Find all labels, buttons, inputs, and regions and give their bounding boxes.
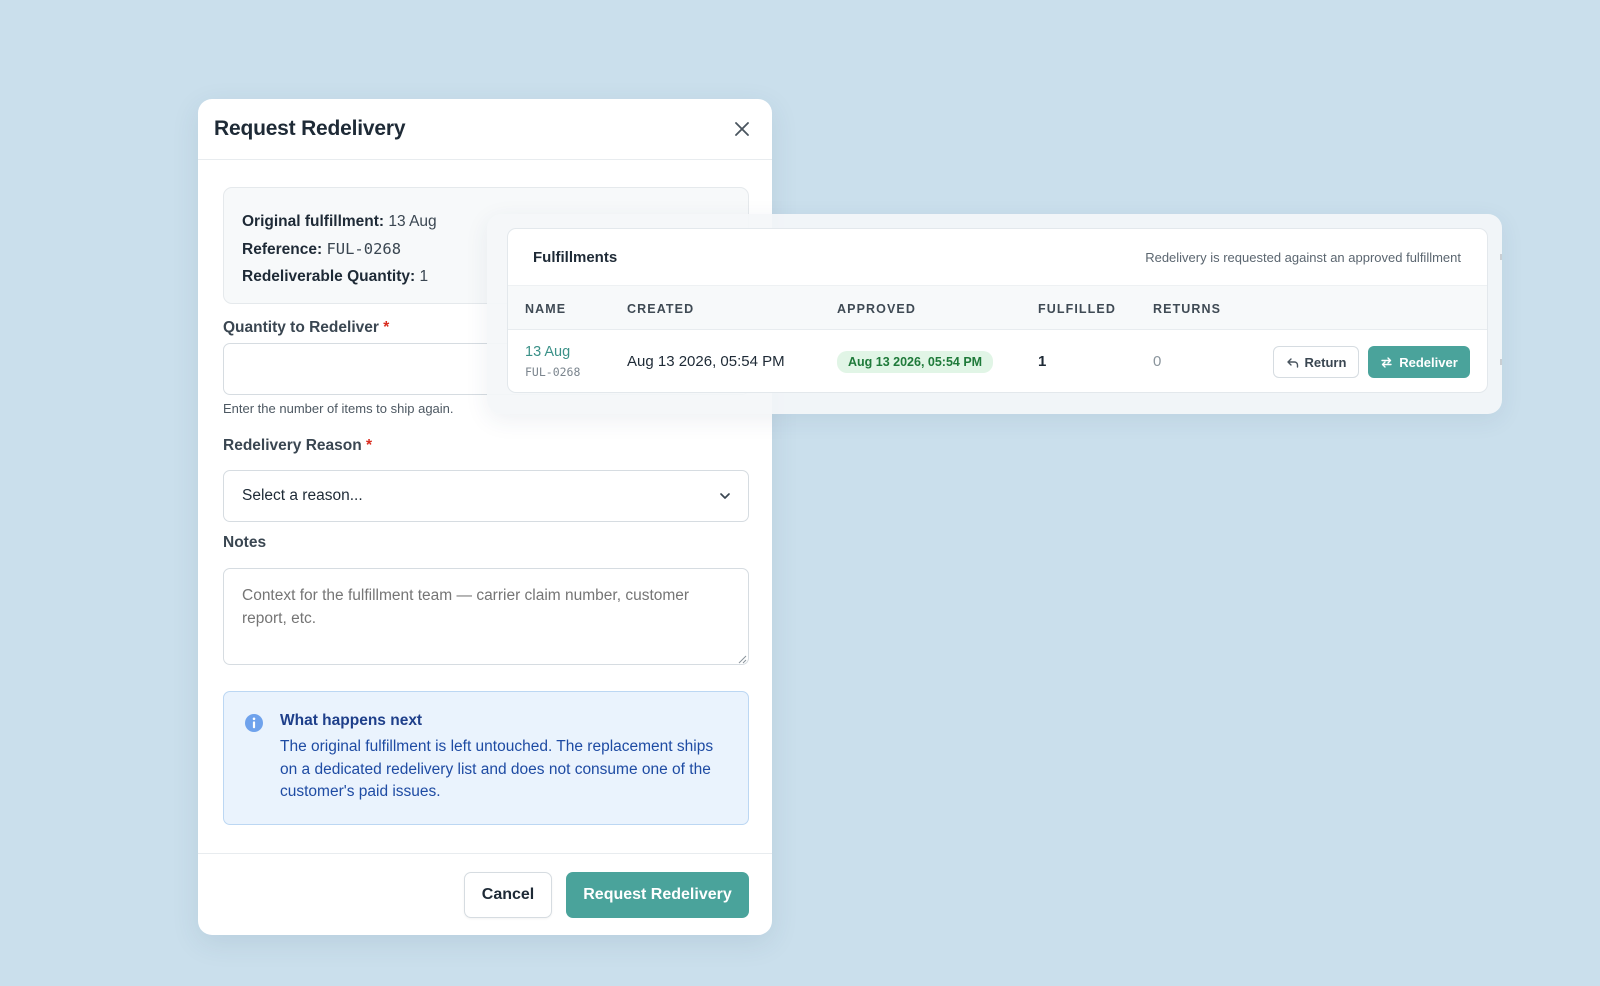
fulfilled-cell: 1 xyxy=(1038,353,1047,370)
required-mark: * xyxy=(366,437,373,454)
redeliver-button-label: Redeliver xyxy=(1399,354,1458,370)
chevron-down-icon xyxy=(720,493,730,499)
reason-field-label: Redelivery Reason * xyxy=(223,437,372,455)
reference-label: Reference: xyxy=(242,240,323,258)
fulfillments-panel: Fulfillments Redelivery is requested aga… xyxy=(507,228,1488,393)
notes-textarea[interactable] xyxy=(223,568,749,665)
overlay-edge-mark xyxy=(1500,254,1502,260)
return-button-label: Return xyxy=(1304,354,1347,370)
original-fulfillment-value: 13 Aug xyxy=(388,213,437,230)
redeliver-button[interactable]: Redeliver xyxy=(1368,346,1470,378)
modal-header: Request Redelivery xyxy=(198,99,772,160)
table-row: 13 Aug FUL-0268 Aug 13 2026, 05:54 PM Au… xyxy=(508,330,1487,392)
callout-body: The original fulfillment is left untouch… xyxy=(280,738,714,800)
cancel-button[interactable]: Cancel xyxy=(464,872,552,918)
overlay-edge-mark xyxy=(1500,359,1502,365)
quantity-hint: Enter the number of items to ship again. xyxy=(223,401,454,416)
approved-cell: Aug 13 2026, 05:54 PM xyxy=(837,351,994,373)
created-cell: Aug 13 2026, 05:54 PM xyxy=(627,353,785,370)
reason-select[interactable]: Select a reason... xyxy=(223,470,749,522)
modal-footer: Cancel Request Redelivery xyxy=(198,853,772,935)
quantity-label-text: Quantity to Redeliver xyxy=(223,319,379,336)
request-redelivery-button[interactable]: Request Redelivery xyxy=(566,872,749,918)
column-header-created: CREATED xyxy=(627,302,695,316)
what-happens-next-callout: What happens next The original fulfillme… xyxy=(223,691,749,825)
swap-arrows-icon xyxy=(1381,356,1392,368)
callout-title: What happens next xyxy=(280,712,423,729)
approved-badge: Aug 13 2026, 05:54 PM xyxy=(837,351,994,373)
column-header-name: NAME xyxy=(525,302,567,316)
fulfillments-title: Fulfillments xyxy=(533,248,618,266)
column-header-fulfilled: FULFILLED xyxy=(1038,302,1116,316)
fulfillment-name-link[interactable]: 13 Aug xyxy=(525,344,580,360)
modal-title: Request Redelivery xyxy=(214,117,406,140)
fulfillments-header: Fulfillments Redelivery is requested aga… xyxy=(508,229,1487,285)
returns-cell: 0 xyxy=(1153,353,1162,370)
close-button[interactable] xyxy=(728,115,756,143)
return-button[interactable]: Return xyxy=(1273,346,1359,378)
info-icon xyxy=(245,714,263,732)
return-arrow-icon xyxy=(1286,357,1298,368)
reference-value: FUL-0268 xyxy=(326,239,402,258)
fulfillment-ref: FUL-0268 xyxy=(525,365,581,379)
reason-label-text: Redelivery Reason xyxy=(223,437,362,454)
notes-field-label: Notes xyxy=(223,534,267,551)
column-header-approved: APPROVED xyxy=(837,302,916,316)
table-header: NAME CREATED APPROVED FULFILLED RETURNS xyxy=(508,285,1487,330)
reason-select-value: Select a reason... xyxy=(242,487,363,504)
redeliverable-quantity-value: 1 xyxy=(419,268,429,285)
required-mark: * xyxy=(383,319,390,336)
redeliverable-quantity-label: Redeliverable Quantity: xyxy=(242,268,416,285)
name-cell: 13 Aug FUL-0268 xyxy=(525,344,580,379)
close-icon xyxy=(735,122,749,136)
fulfillments-note: Redelivery is requested against an appro… xyxy=(1145,249,1461,265)
column-header-returns: RETURNS xyxy=(1153,302,1222,316)
resize-grip-icon[interactable] xyxy=(738,655,747,664)
original-fulfillment-label: Original fulfillment: xyxy=(242,213,385,230)
quantity-field-label: Quantity to Redeliver * xyxy=(223,319,389,337)
